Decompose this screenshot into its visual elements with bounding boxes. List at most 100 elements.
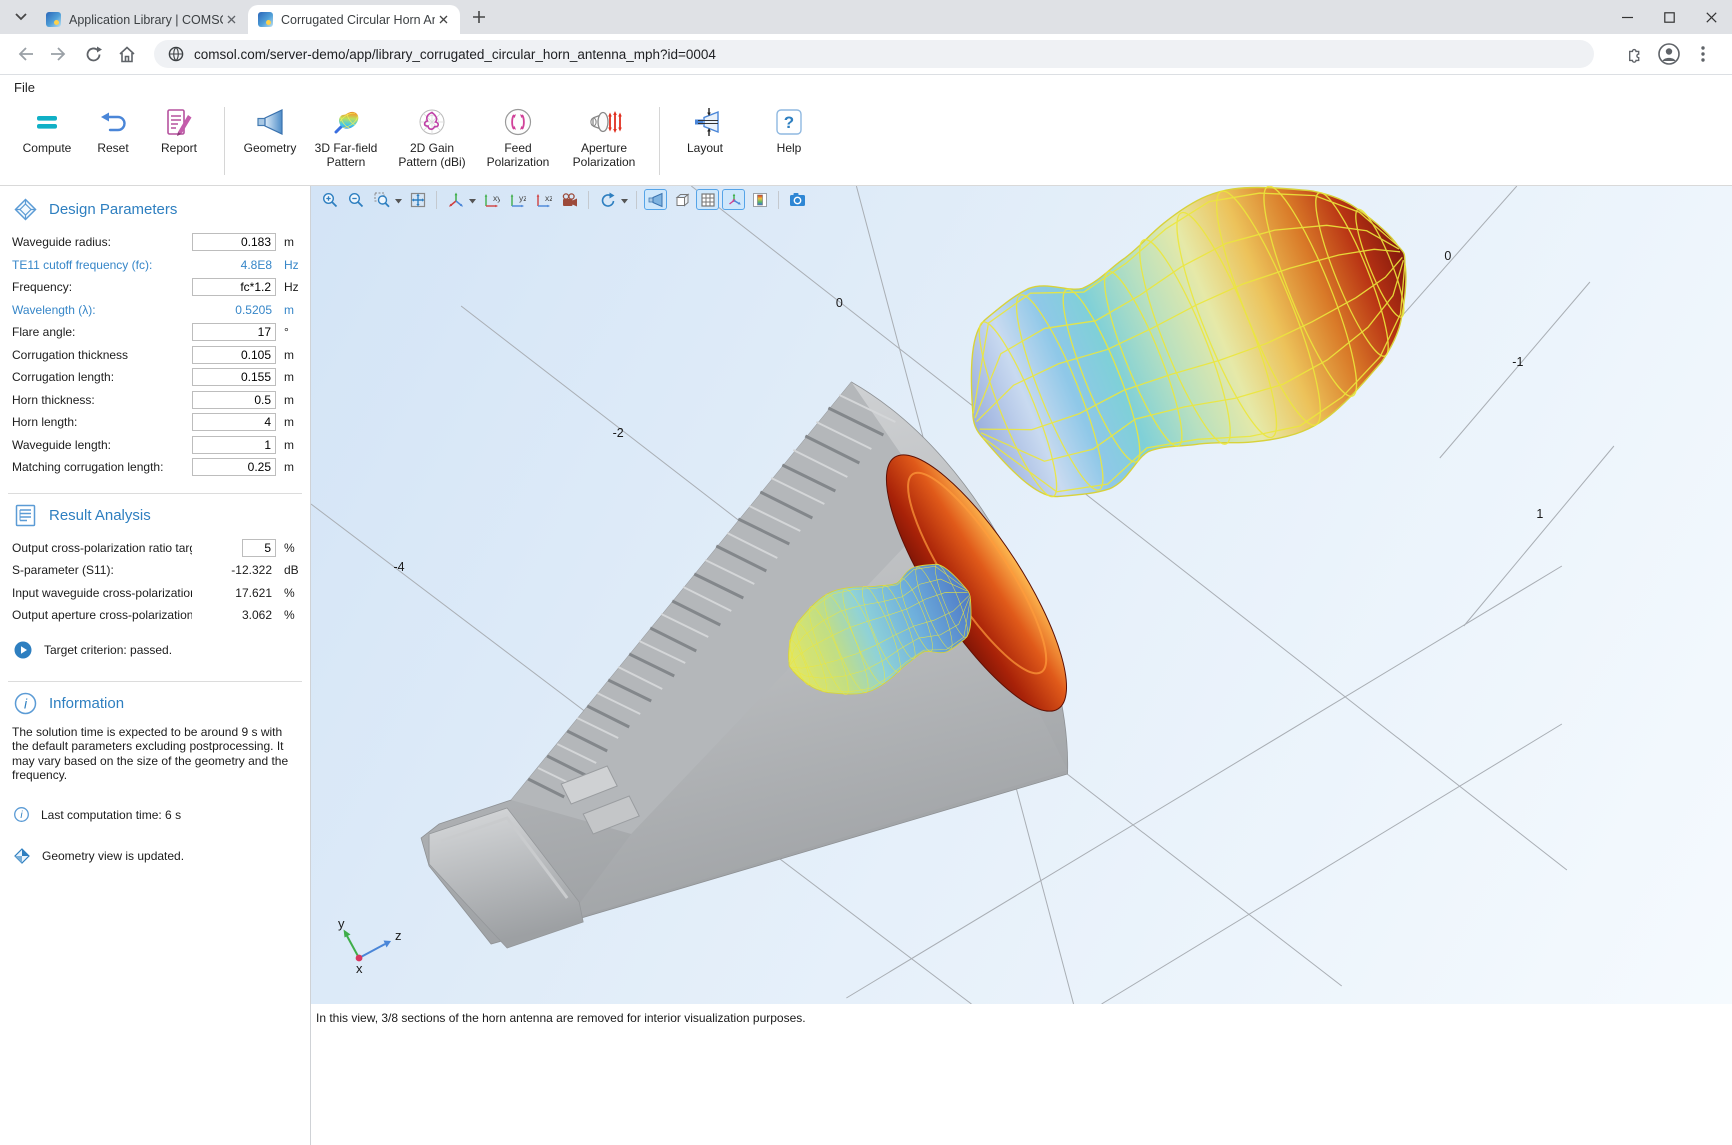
tab-close-icon[interactable] — [223, 11, 240, 28]
back-button[interactable] — [10, 39, 40, 69]
zoom-out-button[interactable] — [344, 189, 367, 210]
reload-icon — [85, 46, 102, 63]
param-row: Matching corrugation length: m — [12, 456, 302, 479]
comsol-favicon — [46, 12, 61, 27]
2d-gain-polar-icon — [417, 107, 447, 137]
far-field-pattern-button[interactable]: 3D Far-field Pattern — [303, 103, 389, 173]
show-geometry-toggle[interactable] — [644, 189, 667, 210]
view-dropdown[interactable] — [469, 191, 476, 209]
param-row: Corrugation thickness m — [12, 344, 302, 367]
geometry-button[interactable]: Geometry — [237, 103, 303, 159]
app-menubar: File — [0, 75, 1732, 99]
toolbar-separator — [778, 191, 779, 209]
report-button[interactable]: Report — [146, 103, 212, 159]
file-menu[interactable]: File — [14, 80, 35, 95]
horn-length-input[interactable] — [192, 413, 276, 431]
scene-projection-button[interactable] — [558, 189, 581, 210]
new-tab-button[interactable] — [466, 4, 492, 30]
param-row: Corrugation length: m — [12, 366, 302, 389]
svg-text:yz: yz — [519, 193, 526, 203]
flare-angle-input[interactable] — [192, 323, 276, 341]
extensions-button[interactable] — [1620, 39, 1650, 69]
show-axis-orientation-toggle[interactable] — [722, 189, 745, 210]
reset-button[interactable]: Reset — [80, 103, 146, 159]
waveguide-radius-input[interactable] — [192, 233, 276, 251]
rotate-view-button[interactable] — [596, 189, 619, 210]
rotate-dropdown[interactable] — [621, 191, 628, 209]
zoom-in-button[interactable] — [318, 189, 341, 210]
caret-down-icon — [395, 199, 402, 204]
cross-pol-target-input[interactable] — [242, 539, 276, 557]
close-icon — [1706, 12, 1717, 23]
home-button[interactable] — [112, 39, 142, 69]
section-title: Design Parameters — [49, 201, 177, 218]
site-info-globe-icon — [168, 46, 184, 62]
color-legend-toggle[interactable] — [748, 189, 771, 210]
close-window-button[interactable] — [1690, 0, 1732, 34]
navbar-right — [1620, 39, 1722, 69]
projection-camera-icon — [561, 192, 578, 208]
section-separator — [8, 493, 302, 494]
tab-close-icon[interactable] — [435, 11, 452, 28]
section-separator — [8, 681, 302, 682]
view-yz-button[interactable]: yz — [506, 189, 529, 210]
design-parameters-gem-icon — [14, 198, 37, 221]
plus-icon — [473, 11, 485, 23]
show-grid-toggle[interactable] — [696, 189, 719, 210]
tab-strip: Application Library | COMSOL S Corrugate… — [0, 0, 1732, 34]
corrugation-thickness-input[interactable] — [192, 346, 276, 364]
tick-label: -2 — [613, 426, 624, 440]
aperture-polarization-button[interactable]: Aperture Polarization — [561, 103, 647, 173]
zoom-out-icon — [348, 192, 364, 208]
coordinate-triad: y z x — [338, 916, 402, 976]
frequency-input[interactable] — [192, 278, 276, 296]
camera-icon — [789, 192, 806, 207]
graphics-canvas[interactable]: xy yz xz — [311, 186, 1732, 1004]
rotate-icon — [600, 192, 616, 208]
tick-label: 0 — [1444, 249, 1451, 263]
tick-label: 1 — [1536, 507, 1543, 521]
layout-button[interactable]: Layout — [672, 103, 738, 159]
result-row: Output aperture cross-polarization ratio… — [12, 604, 302, 627]
default-3d-view-button[interactable] — [444, 189, 467, 210]
3d-scene[interactable]: 0 -2 -4 0 -1 1 y — [311, 186, 1732, 1004]
caret-down-icon — [469, 199, 476, 204]
reload-button[interactable] — [78, 39, 108, 69]
view-xz-button[interactable]: xz — [532, 189, 555, 210]
gain-pattern-2d-button[interactable]: 2D Gain Pattern (dBi) — [389, 103, 475, 173]
tab-corrugated-horn[interactable]: Corrugated Circular Horn Anten — [248, 5, 460, 34]
maximize-button[interactable] — [1648, 0, 1690, 34]
tab-application-library[interactable]: Application Library | COMSOL S — [36, 5, 248, 34]
comsol-favicon — [258, 12, 273, 27]
back-icon — [16, 46, 34, 62]
tab-search-button[interactable] — [8, 4, 34, 30]
waveguide-length-input[interactable] — [192, 436, 276, 454]
param-row-readonly: Wavelength (λ): 0.5205 m — [12, 299, 302, 322]
browser-menu-button[interactable] — [1688, 39, 1718, 69]
address-bar[interactable]: comsol.com/server-demo/app/library_corru… — [154, 40, 1594, 68]
minimize-button[interactable] — [1606, 0, 1648, 34]
home-icon — [118, 46, 136, 63]
compute-button[interactable]: Compute — [14, 103, 80, 159]
target-criterion-row: Target criterion: passed. — [14, 641, 302, 659]
triad-y-label: y — [338, 916, 345, 931]
corrugation-length-input[interactable] — [192, 368, 276, 386]
geometry-updated-row: Geometry view is updated. — [14, 848, 302, 864]
zoom-extents-button[interactable] — [406, 189, 429, 210]
transparency-toggle[interactable] — [670, 189, 693, 210]
screenshot-button[interactable] — [786, 189, 809, 210]
small-info-icon: i — [14, 807, 29, 822]
design-parameters-header: Design Parameters — [14, 198, 302, 221]
help-button[interactable]: ? Help — [756, 103, 822, 159]
profile-button[interactable] — [1654, 39, 1684, 69]
zoom-box-dropdown[interactable] — [395, 191, 402, 209]
forward-button[interactable] — [44, 39, 74, 69]
view-xy-button[interactable]: xy — [480, 189, 503, 210]
zoom-box-button[interactable] — [370, 189, 393, 210]
input-cross-pol-value: 17.621 — [192, 586, 276, 600]
matching-corrugation-length-input[interactable] — [192, 458, 276, 476]
zoom-in-icon — [322, 192, 338, 208]
window-controls — [1606, 0, 1732, 34]
horn-thickness-input[interactable] — [192, 391, 276, 409]
feed-polarization-button[interactable]: Feed Polarization — [475, 103, 561, 173]
